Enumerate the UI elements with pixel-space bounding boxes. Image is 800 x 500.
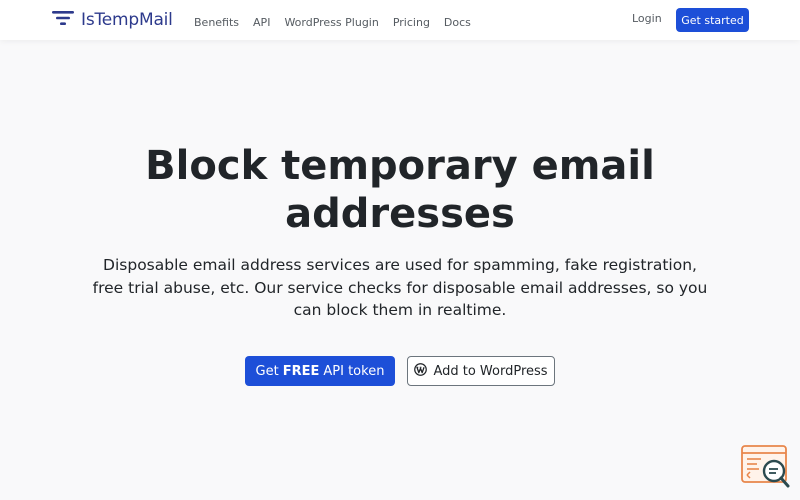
button-suffix: API token [323,363,385,379]
nav-link-wordpress-plugin[interactable]: WordPress Plugin [284,16,378,29]
get-free-api-token-button[interactable]: Get FREE API token [245,356,395,386]
filter-lines-icon [52,10,74,30]
nav-link-api[interactable]: API [253,16,270,29]
brand-link[interactable]: IsTempMail [52,8,173,32]
nav-link-benefits[interactable]: Benefits [194,16,239,29]
brand-name: IsTempMail [81,10,173,30]
login-link[interactable]: Login [632,12,662,25]
nav-link-pricing[interactable]: Pricing [393,16,430,29]
get-started-button[interactable]: Get started [676,8,749,32]
wordpress-icon [414,362,428,380]
button-emphasis: FREE [282,363,320,379]
button-label: Add to WordPress [433,363,548,379]
add-to-wordpress-button[interactable]: Add to WordPress [407,356,555,386]
nav-links: Benefits API WordPress Plugin Pricing Do… [194,11,471,30]
browser-search-icon[interactable] [741,445,791,489]
nav-link-docs[interactable]: Docs [444,16,471,29]
hero-description: Disposable email address services are us… [92,256,708,319]
hero-title: Block temporary email addresses [145,143,655,237]
button-prefix: Get [255,363,279,379]
navbar: IsTempMail Benefits API WordPress Plugin… [0,0,800,40]
